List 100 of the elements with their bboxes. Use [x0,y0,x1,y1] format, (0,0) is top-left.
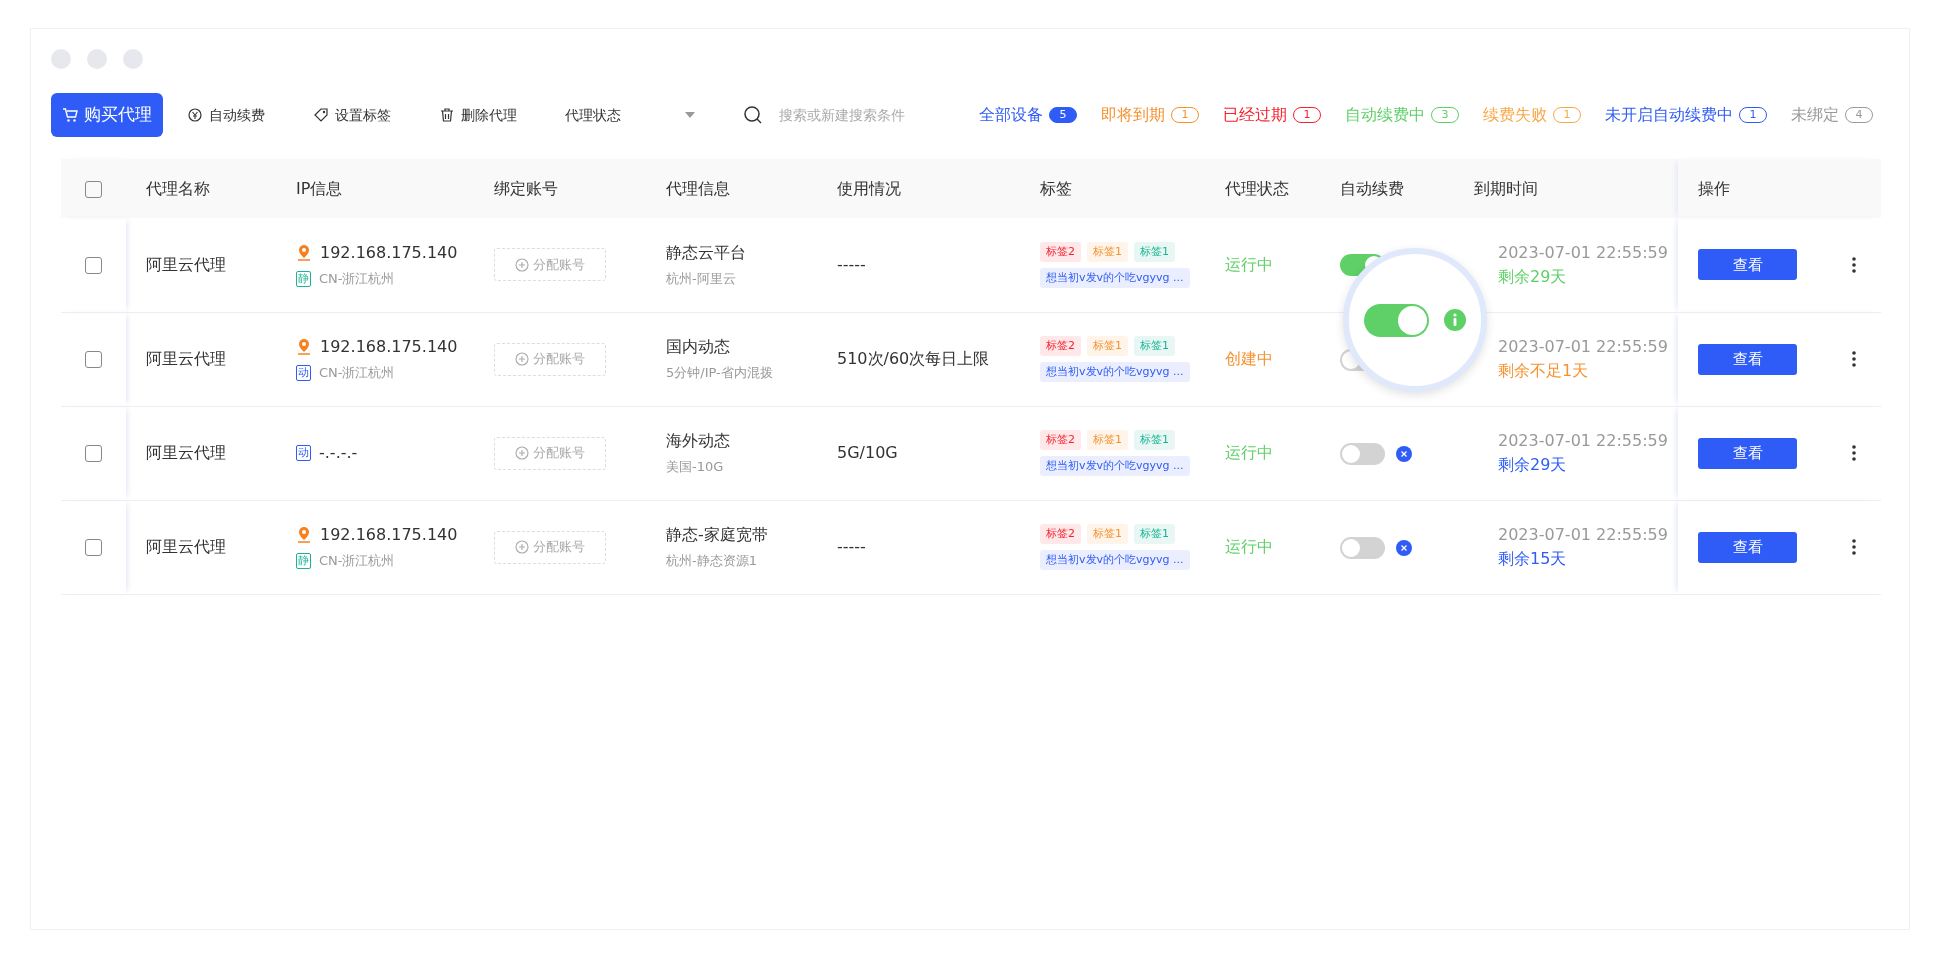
tag: 想当初v发v的个吃vgyvg ... [1040,267,1190,288]
toolbar-button[interactable]: 自动续费 [187,104,265,126]
view-button[interactable]: 查看 [1698,531,1797,563]
column-header: 使用情况 [837,178,901,198]
row-checkbox[interactable] [84,539,102,556]
ip-type-badge: 静 [296,553,311,569]
filter-tab[interactable]: 已经过期 1 [1223,103,1321,127]
more-icon[interactable] [1852,256,1856,273]
column-header: 代理信息 [666,178,730,198]
ip-type-badge: 动 [296,445,311,461]
proxy-name: 阿里云代理 [146,349,226,368]
toolbar-button[interactable]: 设置标签 [313,104,391,126]
toggle-switch[interactable] [1340,536,1385,559]
renew-icon [187,107,203,123]
select-all-checkbox[interactable] [84,180,102,198]
column-header: 代理名称 [146,178,210,198]
window-dot [87,49,107,69]
proxy-type: 静态-家庭宽带 [666,524,769,547]
tag-icon [313,107,329,123]
count-badge: 5 [1049,107,1077,123]
row-checkbox[interactable] [84,351,102,368]
tag: 标签2 [1040,336,1081,356]
more-icon[interactable] [1852,351,1856,367]
caret-icon [685,112,695,118]
toolbar-button[interactable]: 删除代理 [439,104,517,126]
more-icon[interactable] [1852,445,1856,461]
plus-circle-icon [515,446,529,460]
usage-text: 510次/60次每日上限 [837,349,990,368]
proxy-name: 阿里云代理 [146,443,226,462]
column-header: 标签 [1040,178,1072,198]
expiry-time: 2023-07-01 22:55:59 [1498,524,1669,546]
region-text: CN-浙江杭州 [319,364,395,383]
tag: 想当初v发v的个吃vgyvg ... [1040,456,1190,476]
toggle-switch[interactable] [1363,303,1429,337]
ip-type-badge: 静 [296,270,311,287]
tag: 标签1 [1134,336,1175,356]
proxy-name: 阿里云代理 [146,254,226,274]
status-text: 运行中 [1225,254,1273,274]
proxy-name: 阿里云代理 [146,537,226,556]
remaining-days: 剩余15天 [1498,547,1677,571]
status-text: 创建中 [1225,349,1273,368]
tag: 标签2 [1040,524,1081,544]
region-text: CN-浙江杭州 [319,552,395,571]
column-header: 自动续费 [1340,178,1404,198]
status-text: 运行中 [1225,443,1273,462]
expiry-time: 2023-07-01 22:55:59 [1498,336,1669,358]
proxy-detail: 杭州-静态资源1 [666,552,758,571]
tag: 标签1 [1134,524,1175,544]
plus-circle-icon [515,540,529,554]
filter-tab[interactable]: 未开启自动续费中 1 [1605,103,1767,127]
region-text: CN-浙江杭州 [319,270,395,288]
tag: 标签1 [1087,241,1128,262]
plus-circle-icon [515,352,529,366]
proxy-type: 国内动态 [666,336,731,359]
tag: 标签1 [1087,336,1128,356]
column-header: 到期时间 [1474,178,1538,198]
tag: 标签2 [1040,241,1081,262]
column-header: IP信息 [296,178,343,198]
usage-text: ----- [837,537,866,556]
view-button[interactable]: 查看 [1698,249,1797,281]
tag: 想当初v发v的个吃vgyvg ... [1040,362,1190,382]
ip-address: 192.168.175.140 [320,242,458,264]
search-icon [743,105,763,125]
tag: 标签1 [1087,524,1128,544]
trash-icon [439,107,455,123]
row-checkbox[interactable] [84,256,102,274]
filter-tab[interactable]: 全部设备 5 [979,103,1077,127]
tag: 想当初v发v的个吃vgyvg ... [1040,550,1190,570]
ip-type-badge: 动 [296,365,311,381]
ip-address: -.-.-.- [319,442,358,464]
expiry-time: 2023-07-01 22:55:59 [1498,241,1669,264]
tag: 标签2 [1040,430,1081,450]
tag: 标签1 [1134,430,1175,450]
remaining-days: 剩余29天 [1498,264,1677,289]
row-checkbox[interactable] [84,445,102,462]
status-dropdown[interactable]: 代理状态 [565,104,695,126]
tag: 标签1 [1134,241,1175,262]
window-dot [123,49,143,69]
column-header: 操作 [1698,178,1730,198]
column-header: 代理状态 [1225,178,1289,198]
tag: 标签1 [1087,430,1128,450]
more-icon[interactable] [1852,539,1856,555]
cart-icon [62,107,78,123]
proxy-detail: 杭州-阿里云 [666,270,737,288]
view-button[interactable]: 查看 [1698,343,1797,375]
info-icon [1442,308,1467,332]
proxy-detail: 美国-10G [666,458,725,477]
usage-text: 5G/10G [837,443,898,462]
status-text: 运行中 [1225,537,1273,556]
proxy-type: 静态云平台 [666,242,747,264]
buy-button[interactable]: 购买代理 [51,93,163,137]
filter-tab[interactable]: 未绑定 4 [1791,103,1873,127]
window-dot [51,49,71,69]
ip-address: 192.168.175.140 [320,336,458,359]
proxy-type: 海外动态 [666,430,731,453]
toggle-switch[interactable] [1340,442,1385,465]
column-header: 绑定账号 [494,178,558,198]
remaining-days: 剩余29天 [1498,453,1677,477]
view-button[interactable]: 查看 [1698,437,1797,469]
remaining-days: 剩余不足1天 [1498,359,1677,383]
